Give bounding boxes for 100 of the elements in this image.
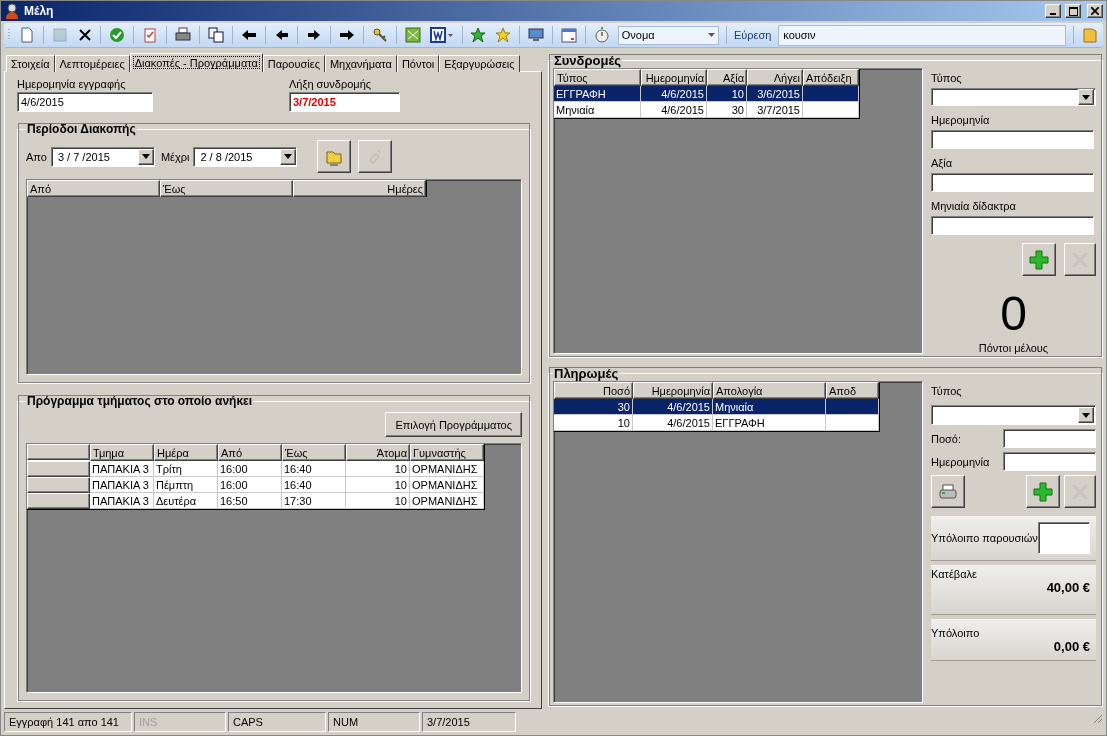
new-document-icon <box>18 27 35 43</box>
group-title: Πρόγραμμα τμήματος στο οποίο ανήκει <box>26 394 254 408</box>
input-field[interactable] <box>931 173 1094 192</box>
field-label: Τύπος <box>931 385 963 397</box>
check-icon <box>109 27 126 43</box>
column-header[interactable]: Από <box>218 444 282 461</box>
field-label: Αξία <box>931 157 954 169</box>
close-button[interactable] <box>1087 4 1103 18</box>
dropdown-arrow-icon <box>1082 94 1090 100</box>
column-header[interactable]: Έως <box>160 180 293 197</box>
input-field[interactable] <box>931 216 1094 235</box>
tab[interactable]: Παρουσίες <box>262 55 325 72</box>
tab[interactable]: Λεπτομέρειες <box>54 55 130 72</box>
table-cell: 4/6/2015 <box>633 415 713 431</box>
select-program-button[interactable]: Επιλογή Προγράμματος <box>385 412 522 437</box>
column-header[interactable]: Απολογία <box>713 382 826 399</box>
table-cell: 4/6/2015 <box>641 86 707 102</box>
status-pane: NUM <box>328 712 420 732</box>
table-cell: 4/6/2015 <box>633 399 713 415</box>
column-header[interactable]: Τμημα <box>90 444 154 461</box>
add-button[interactable] <box>1022 243 1056 276</box>
toolbar-button[interactable] <box>371 26 389 44</box>
field-label: Μέχρι <box>160 150 190 163</box>
star-icon <box>470 27 487 43</box>
date-picker[interactable]: 3 / 7 /2015 <box>50 146 155 167</box>
star-icon <box>495 27 512 43</box>
field-select[interactable]: Ονομα <box>617 25 719 45</box>
column-header[interactable]: Αξία <box>707 69 747 86</box>
table-cell: ΕΓΓΡΑΦΗ <box>713 415 826 431</box>
column-header[interactable]: Ημερομηνία <box>641 69 707 86</box>
input-field[interactable] <box>1037 522 1090 554</box>
table-cell: Πέμπτη <box>154 477 218 493</box>
field-label: Ημερομηνία εγγραφής <box>17 78 127 90</box>
add-button[interactable] <box>317 140 352 173</box>
minimize-button[interactable] <box>1045 4 1061 18</box>
tab[interactable]: Πόντοι <box>396 55 440 72</box>
dropdown-arrow-icon <box>141 154 150 159</box>
dropdown-arrow-icon <box>284 154 293 159</box>
date-field[interactable]: 3/7/2015 <box>289 92 400 112</box>
delete-icon <box>76 27 93 43</box>
table-cell: ΠΑΠΑΚΙΑ 3 <box>90 493 154 509</box>
tab[interactable]: Μηχανήματα <box>324 55 397 72</box>
input-field[interactable] <box>1003 452 1096 471</box>
field-label: Τύπος <box>931 72 963 84</box>
table-cell: Τρίτη <box>154 461 218 477</box>
column-header[interactable]: Ποσό <box>554 382 633 399</box>
column-header[interactable]: Απόδειξη <box>803 69 859 86</box>
plus-icon <box>1029 249 1049 270</box>
tab[interactable]: Στοιχεία <box>6 55 55 72</box>
print-button[interactable] <box>931 475 965 508</box>
table-cell: 30 <box>707 102 747 118</box>
table-cell: ΕΓΓΡΑΦΗ <box>554 86 641 102</box>
table-cell: ΠΑΠΑΚΙΑ 3 <box>90 477 154 493</box>
points-label: Πόντοι μέλους <box>977 342 1050 354</box>
table-cell: 16:50 <box>218 493 282 509</box>
row-header[interactable] <box>27 493 90 509</box>
tab[interactable]: Διακοπές - Προγράμματα <box>129 53 263 72</box>
column-header[interactable]: Αποδ <box>826 382 879 399</box>
field-label: Υπόλοιπο παρουσιών <box>931 532 1038 544</box>
dropdown-arrow-icon <box>1082 412 1090 418</box>
amount-value: 40,00 € <box>1046 580 1090 595</box>
input-field[interactable] <box>1003 429 1096 448</box>
column-header[interactable]: Έως <box>282 444 346 461</box>
input-field[interactable] <box>931 130 1094 149</box>
table-cell: ΟΡΜΑΝΙΔΗΣ <box>410 493 484 509</box>
date-picker[interactable]: 2 / 8 /2015 <box>193 146 298 167</box>
search-field[interactable]: κουσιν <box>778 24 1066 46</box>
table-cell: 16:00 <box>218 461 282 477</box>
keys-icon <box>372 27 388 43</box>
table-cell: ΟΡΜΑΝΙΔΗΣ <box>410 461 484 477</box>
column-header[interactable]: Λήγει <box>747 69 803 86</box>
maximize-button[interactable] <box>1065 4 1081 18</box>
column-header[interactable]: Από <box>27 180 160 197</box>
monitor-icon <box>528 27 545 43</box>
row-header[interactable] <box>27 477 90 493</box>
save-icon <box>51 27 68 43</box>
row-header[interactable] <box>27 461 90 477</box>
tab[interactable]: Εξαργυρώσεις <box>439 55 520 72</box>
folder-icon <box>1081 27 1098 43</box>
column-header[interactable]: Τύπος <box>554 69 641 86</box>
add-button[interactable] <box>1026 475 1060 508</box>
clipboard-icon <box>142 27 159 43</box>
field-label: Λήξη συνδρομής <box>289 78 373 90</box>
copy-icon <box>207 27 224 43</box>
toolbar-button[interactable] <box>174 26 192 44</box>
table-cell: 3/6/2015 <box>747 86 803 102</box>
field-label: Κατέβαλε <box>931 568 978 580</box>
table-cell: Δευτέρα <box>154 493 218 509</box>
column-header[interactable]: Ημέρες <box>293 180 426 197</box>
date-field[interactable]: 4/6/2015 <box>17 92 153 112</box>
column-header[interactable]: Ημέρα <box>154 444 218 461</box>
type-select[interactable] <box>931 88 1096 106</box>
toolbar-button[interactable] <box>206 26 225 44</box>
column-header[interactable]: Γυμναστής <box>410 444 484 461</box>
table-cell: 10 <box>707 86 747 102</box>
field-label: Ποσό: <box>931 432 962 445</box>
type-select[interactable] <box>931 405 1096 425</box>
column-header[interactable]: Ημερομηνία <box>633 382 713 399</box>
column-header[interactable]: Άτομα <box>346 444 410 461</box>
toolbar-button[interactable] <box>428 26 455 44</box>
